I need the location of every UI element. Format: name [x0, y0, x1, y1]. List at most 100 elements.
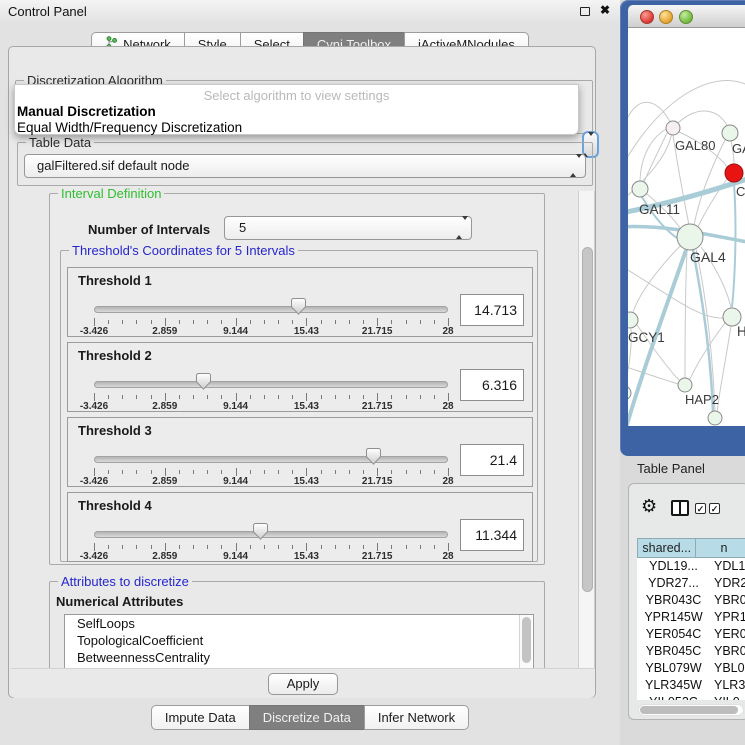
slider-ticks: [94, 468, 448, 476]
slider-tick-labels: -3.4262.8599.14415.4321.71528: [94, 476, 448, 488]
table-row[interactable]: YDR27...YDR2: [637, 575, 745, 592]
content-scrollbar[interactable]: [578, 191, 595, 669]
node-hap2: [678, 378, 692, 392]
node-partial-bottom: [708, 411, 722, 425]
node-table: shared... n YDL19...YDL1YDR27...YDR2YBR0…: [637, 538, 745, 700]
node-green: [722, 125, 738, 141]
threshold-1-value-field[interactable]: 14.713: [460, 294, 524, 326]
threshold-4-box: Threshold 4 -3.4262.8599.14415.4321.7152…: [67, 492, 533, 562]
close-traffic-light-icon[interactable]: [640, 10, 654, 24]
node-label: GCY1: [628, 330, 665, 345]
checkbox-icon[interactable]: ✓: [695, 503, 706, 514]
attributes-group: Attributes to discretize Numerical Attri…: [49, 581, 545, 673]
attribute-list-item[interactable]: BetweennessCentrality: [65, 649, 533, 666]
threshold-2-slider[interactable]: [94, 381, 448, 388]
interval-definition-title: Interval Definition: [58, 186, 164, 201]
scrollbar-thumb[interactable]: [522, 617, 531, 663]
attribute-list-item[interactable]: SelfLoops: [65, 615, 533, 632]
table-row[interactable]: YLR345WYLR3: [637, 677, 745, 694]
tab-discretize-data[interactable]: Discretize Data: [249, 705, 365, 730]
control-panel-titlebar: Control Panel ✖: [0, 0, 620, 22]
slider-tick-labels: -3.4262.8599.14415.4321.71528: [94, 401, 448, 413]
thresholds-group-title: Threshold's Coordinates for 5 Intervals: [69, 243, 298, 258]
popup-hint: Select algorithm to view settings: [15, 88, 578, 103]
cyni-toolbox-pane: Discretization Algorithm Select algorith…: [8, 46, 596, 698]
table-data-combobox[interactable]: galFiltered.sif default node: [24, 154, 586, 178]
node-label: GAL11: [639, 202, 680, 217]
app-root: Control Panel ✖ Network Style: [0, 0, 745, 745]
threshold-2-value-field[interactable]: 6.316: [460, 369, 524, 401]
gear-icon[interactable]: ⚙: [641, 497, 657, 515]
threshold-3-box: Threshold 3 -3.4262.8599.14415.4321.7152…: [67, 417, 533, 487]
float-window-icon[interactable]: [580, 7, 590, 16]
threshold-2-label: Threshold 2: [78, 348, 152, 363]
table-row[interactable]: YIL052CYIL0: [637, 694, 745, 700]
stepper-arrows-icon: [456, 217, 464, 239]
table-horizontal-scrollbar[interactable]: [638, 704, 744, 716]
number-of-intervals-value: 5: [239, 220, 246, 235]
number-of-intervals-combobox[interactable]: 5: [224, 216, 472, 240]
zoom-traffic-light-icon[interactable]: [679, 10, 693, 24]
table-row[interactable]: YDL19...YDL1: [637, 558, 745, 575]
table-data-group-title: Table Data: [26, 135, 94, 150]
node-red: [725, 164, 743, 182]
tab-infer-network[interactable]: Infer Network: [364, 705, 469, 730]
stepper-arrows-icon: [570, 155, 578, 177]
attributes-list-scrollbar[interactable]: [519, 615, 532, 669]
network-window-titlebar[interactable]: [628, 5, 745, 28]
network-canvas[interactable]: GAL80 GAL C GAL11 GAL4 GCY1 H HAP2: [628, 28, 745, 426]
algorithm-dropdown-popup: Select algorithm to view settings Manual…: [14, 84, 579, 135]
table-row[interactable]: YBR043CYBR0: [637, 592, 745, 609]
node-label: GAL4: [690, 249, 726, 265]
numerical-attributes-label: Numerical Attributes: [56, 594, 183, 609]
node-gal4: [677, 224, 703, 250]
apply-button-strip: Apply: [10, 668, 595, 698]
node-label: HAP2: [685, 392, 719, 407]
node-partial-left: [628, 386, 631, 400]
right-region: GAL80 GAL C GAL11 GAL4 GCY1 H HAP2 Table…: [620, 0, 745, 745]
node-gcy1: [628, 312, 638, 328]
attribute-list-item[interactable]: TopologicalCoefficient: [65, 632, 533, 649]
tab-label: Impute Data: [165, 706, 236, 729]
table-header-row: shared... n: [637, 538, 745, 558]
threshold-1-slider[interactable]: [94, 306, 448, 313]
scrollbar-thumb[interactable]: [640, 706, 738, 714]
table-data-combobox-value: galFiltered.sif default node: [37, 158, 189, 173]
checkbox-icon[interactable]: ✓: [709, 503, 720, 514]
threshold-4-value-field[interactable]: 11.344: [460, 519, 524, 551]
numerical-attributes-list[interactable]: SelfLoopsTopologicalCoefficientBetweenne…: [64, 614, 534, 670]
column-header-name[interactable]: n: [695, 538, 745, 558]
tab-label: Infer Network: [378, 706, 455, 729]
table-row[interactable]: YPR145WYPR1: [637, 609, 745, 626]
network-view-window: GAL80 GAL C GAL11 GAL4 GCY1 H HAP2: [620, 0, 745, 456]
number-of-intervals-label: Number of Intervals: [88, 222, 210, 237]
table-data-group: Table Data galFiltered.sif default node: [17, 142, 593, 186]
scrollbar-thumb[interactable]: [582, 247, 593, 592]
slider-ticks: [94, 318, 448, 326]
node-label: GAL80: [675, 138, 715, 153]
threshold-1-label: Threshold 1: [78, 273, 152, 288]
threshold-2-box: Threshold 2 -3.4262.8599.14415.4321.7152…: [67, 342, 533, 412]
column-layout-icon[interactable]: [671, 500, 689, 516]
threshold-3-value-field[interactable]: 21.4: [460, 444, 524, 476]
popup-item-equal-width-frequency[interactable]: Equal Width/Frequency Discretization: [17, 120, 242, 135]
table-row[interactable]: YBL079WYBL0: [637, 660, 745, 677]
close-icon[interactable]: ✖: [600, 3, 610, 17]
threshold-4-slider[interactable]: [94, 531, 448, 538]
minimize-traffic-light-icon[interactable]: [659, 10, 673, 24]
table-panel: ⚙ ✓ ✓ shared... n YDL19...YDL1YDR27...YD…: [628, 483, 745, 720]
table-row[interactable]: YBR045CYBR0: [637, 643, 745, 660]
threshold-1-box: Threshold 1 -3.4262.8599.14415.4321.7152…: [67, 267, 533, 337]
tab-impute-data[interactable]: Impute Data: [151, 705, 250, 730]
column-header-shared-name[interactable]: shared...: [637, 538, 696, 558]
threshold-3-slider[interactable]: [94, 456, 448, 463]
table-rows[interactable]: YDL19...YDL1YDR27...YDR2YBR043CYBR0YPR14…: [637, 558, 745, 700]
node-pink: [666, 121, 680, 135]
panel-title: Control Panel: [8, 4, 87, 19]
apply-button[interactable]: Apply: [268, 673, 338, 695]
interval-definition-group: Interval Definition Number of Intervals …: [49, 193, 545, 565]
popup-item-manual-discretization[interactable]: Manual Discretization: [17, 104, 156, 119]
table-row[interactable]: YER054CYER0: [637, 626, 745, 643]
thresholds-group: Threshold's Coordinates for 5 Intervals …: [60, 250, 538, 562]
slider-ticks: [94, 543, 448, 551]
